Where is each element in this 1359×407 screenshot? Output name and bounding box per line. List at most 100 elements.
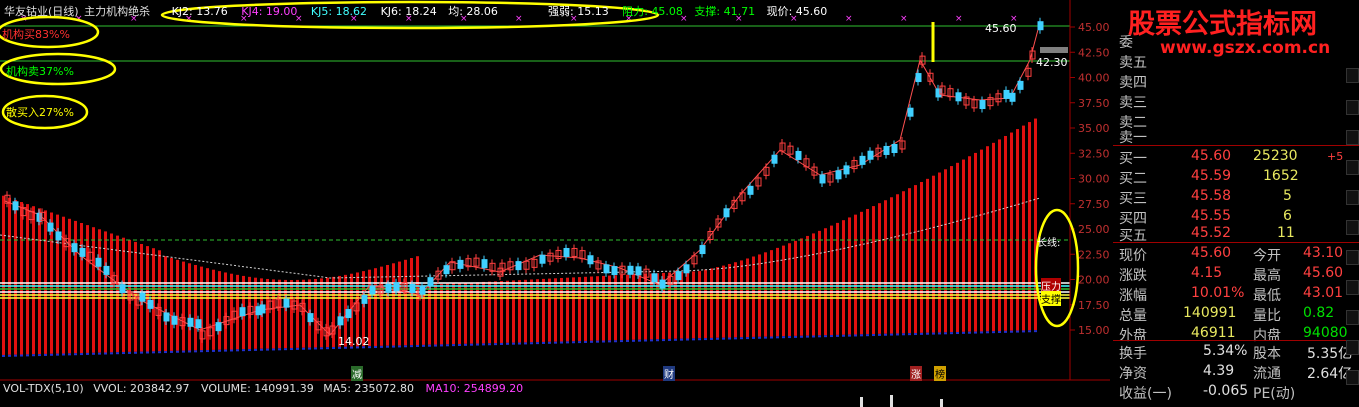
quote-label: 涨幅 <box>1119 288 1147 304</box>
toolbar-button[interactable] <box>1346 220 1359 235</box>
quote-label: 现价 <box>1119 248 1147 264</box>
toolbar-button[interactable] <box>1346 160 1359 175</box>
avg-value: 均: 28.06 <box>448 5 498 18</box>
fundamental-value: 5.34% <box>1203 343 1248 359</box>
ma5-value: MA5: 235072.80 <box>323 382 414 395</box>
indicator-name: 主力机构绝杀 <box>84 5 151 18</box>
fundamental-label: PE(动) <box>1253 386 1296 402</box>
fundamental-row: 净资 4.39 流通 2.64亿 <box>1113 361 1352 383</box>
chart-header: 华友钴业(日线) 主力机构绝杀 KJ2: 13.76 KJ4: 19.00 KJ… <box>4 3 498 19</box>
buy-label: 买三 <box>1119 191 1147 207</box>
sell-row-1[interactable]: 卖一 <box>1113 125 1345 147</box>
level-label: 42.30 <box>1036 56 1068 69</box>
quote-label: 最高 <box>1253 268 1281 284</box>
sell-label: 卖四 <box>1119 75 1147 91</box>
quote-value: 140991 <box>1183 305 1237 321</box>
sell-partial-row: 委 <box>1113 30 1345 52</box>
fundamental-label: 净资 <box>1119 366 1147 382</box>
kline-chart[interactable]: × × × × × × × × × × × × × × × × × × × 45.0042.5040.0037.50… <box>0 0 1110 407</box>
event-marker[interactable]: 财 <box>663 366 675 381</box>
buy-row-2[interactable]: 买二 45.59 1652 <box>1113 166 1345 188</box>
buy-qty: 5 <box>1283 188 1292 204</box>
y-axis-label: 35.00 <box>1078 122 1110 135</box>
toolbar-button[interactable] <box>1346 250 1359 265</box>
svg-text:×: × <box>900 14 908 24</box>
quote-label: 总量 <box>1119 308 1147 324</box>
y-axis-label: 15.00 <box>1078 324 1110 337</box>
toolbar-button[interactable] <box>1346 130 1359 145</box>
sell-row-3[interactable]: 卖三 <box>1113 90 1345 112</box>
quote-row: 涨幅 10.01% 最低 43.01 <box>1113 283 1345 305</box>
event-marker[interactable]: 榜 <box>934 366 946 381</box>
fundamental-label: 股本 <box>1253 346 1281 362</box>
y-axis-label: 45.00 <box>1078 21 1110 34</box>
buy-qty: 25230 <box>1253 148 1298 164</box>
quote-label: 今开 <box>1253 248 1281 264</box>
svg-text:×: × <box>845 14 853 24</box>
quote-value: 45.60 <box>1303 265 1344 281</box>
kj6-value: KJ6: 18.24 <box>380 5 437 18</box>
inst-buy-label: 机构买83%% <box>2 28 70 41</box>
sell-row-4[interactable]: 卖四 <box>1113 70 1345 92</box>
toolbar-button[interactable] <box>1346 310 1359 325</box>
svg-text:×: × <box>955 14 963 24</box>
quote-row: 现价 45.60 今开 43.10 <box>1113 243 1345 265</box>
toolbar-button[interactable] <box>1346 68 1359 83</box>
quote-value: 43.01 <box>1303 285 1344 301</box>
volume-value: VOLUME: 140991.39 <box>201 382 314 395</box>
buy-change: +5 <box>1327 150 1344 163</box>
volume-legend: VOL-TDX(5,10) VVOL: 203842.97 VOLUME: 14… <box>3 382 523 395</box>
y-axis-label: 40.00 <box>1078 72 1110 85</box>
buy-qty: 11 <box>1277 225 1295 241</box>
buy-price: 45.55 <box>1191 208 1232 224</box>
y-axis-label: 17.50 <box>1078 299 1110 312</box>
fundamental-value: -0.065 <box>1203 383 1249 399</box>
y-axis-label: 22.50 <box>1078 248 1110 261</box>
volume-indicator-name: VOL-TDX(5,10) <box>3 382 84 395</box>
toolbar-button[interactable] <box>1346 100 1359 115</box>
retail-buy-label: 散买入27%% <box>6 106 74 119</box>
y-axis-label: 30.00 <box>1078 173 1110 186</box>
buy-price: 45.60 <box>1191 148 1232 164</box>
toolbar-button[interactable] <box>1346 190 1359 205</box>
quote-row: 总量 140991 量比 0.82 <box>1113 303 1345 325</box>
vvol-value: VVOL: 203842.97 <box>93 382 190 395</box>
quote-value: 4.15 <box>1191 265 1223 281</box>
stock-title: 华友钴业(日线) <box>4 5 79 18</box>
toolbar-button[interactable] <box>1346 280 1359 295</box>
kj2-value: KJ2: 13.76 <box>171 5 228 18</box>
strength-value: 强弱: 15.13 <box>548 5 609 18</box>
volume-bars-bottom <box>860 395 943 407</box>
event-marker[interactable]: 涨 <box>910 366 922 381</box>
price-value: 现价: 45.60 <box>766 5 828 18</box>
y-axis-label: 27.50 <box>1078 198 1110 211</box>
toolbar-button[interactable] <box>1346 370 1359 385</box>
resistance-value: 阻力: 45.08 <box>622 5 683 18</box>
event-marker[interactable]: 减 <box>351 366 363 381</box>
quote-value: 94080 <box>1303 325 1348 341</box>
buy-label: 买二 <box>1119 171 1147 187</box>
svg-text:×: × <box>515 14 523 24</box>
support-zone-label: 支撑 <box>1041 291 1061 306</box>
high-price-label: 45.60 <box>985 22 1017 35</box>
y-axis-label: 25.00 <box>1078 223 1110 236</box>
quote-value: 46911 <box>1191 325 1236 341</box>
fundamental-row: 收益(一) -0.065 PE(动) <box>1113 381 1345 403</box>
buy-row-1[interactable]: 买一 45.60 25230 +5 <box>1113 146 1345 168</box>
quote-row: 涨跌 4.15 最高 45.60 <box>1113 263 1345 285</box>
fundamental-label: 流通 <box>1253 366 1281 382</box>
fundamental-value: 4.39 <box>1203 363 1235 379</box>
low-price-label: 14.02 <box>338 335 370 348</box>
sell-row-5[interactable]: 卖五 <box>1113 50 1345 72</box>
toolbar-button[interactable] <box>1346 340 1359 355</box>
inst-sell-label: 机构卖37%% <box>6 65 74 78</box>
ma10-value: MA10: 254899.20 <box>425 382 524 395</box>
y-axis-label: 32.50 <box>1078 147 1110 160</box>
buy-qty: 6 <box>1283 208 1292 224</box>
long-line-label: 长线: <box>1037 238 1061 249</box>
buy-row-3[interactable]: 买三 45.58 5 <box>1113 186 1345 208</box>
buy-price: 45.58 <box>1191 188 1232 204</box>
sell-label: 卖一 <box>1119 130 1147 146</box>
kj5-value: KJ5: 18.62 <box>310 5 368 18</box>
fundamental-label: 换手 <box>1119 346 1147 362</box>
